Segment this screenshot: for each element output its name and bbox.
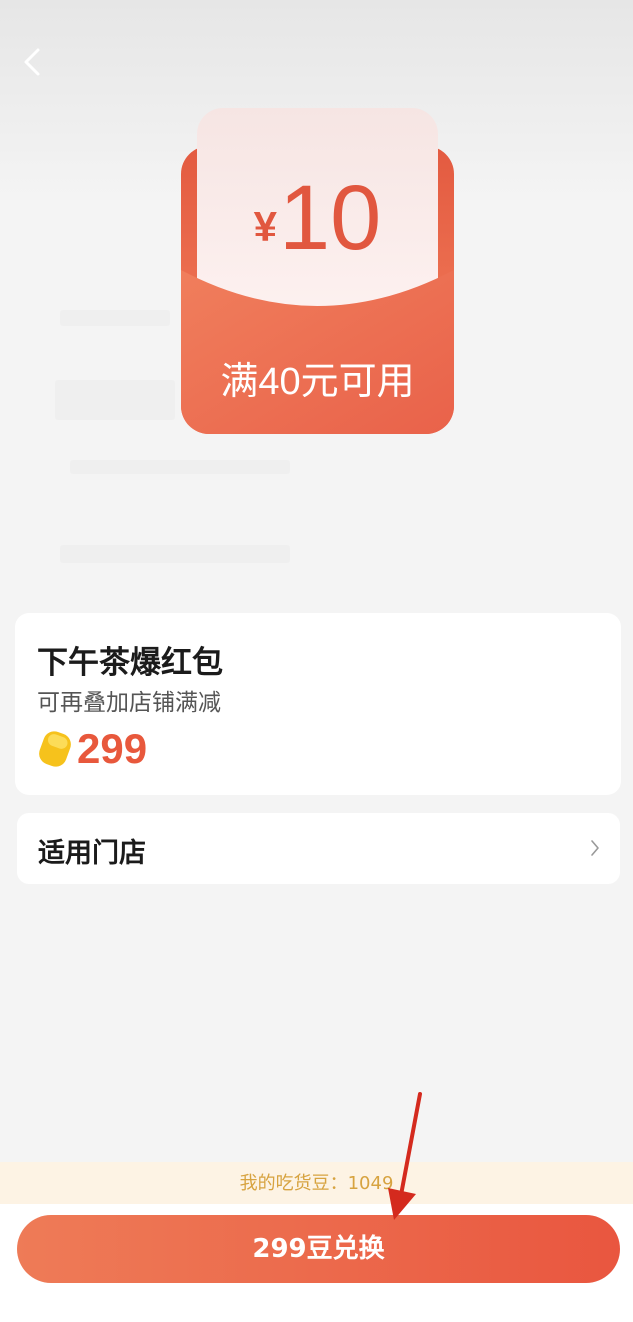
red-arrow-annotation <box>388 1092 422 1220</box>
chevron-right-icon <box>591 840 599 856</box>
coupon-value: 10 <box>279 167 382 269</box>
coupon-card: ¥10 满40元可用 <box>181 108 454 434</box>
background-decoration <box>55 380 175 420</box>
chevron-left-icon <box>24 48 40 76</box>
bean-balance-bar: 我的吃货豆：1049 <box>0 1162 633 1204</box>
applicable-stores-row[interactable]: 适用门店 <box>17 813 620 884</box>
redeem-button[interactable]: 299豆兑换 <box>17 1215 620 1283</box>
applicable-stores-label: 适用门店 <box>38 838 146 869</box>
product-price: 299 <box>77 725 148 772</box>
bean-icon <box>39 731 71 767</box>
coupon-currency: ¥ <box>253 203 277 250</box>
coupon-amount: ¥10 <box>181 168 454 268</box>
product-subtitle: 可再叠加店铺满减 <box>37 690 221 716</box>
background-decoration <box>60 310 170 326</box>
background-decoration <box>70 460 290 474</box>
background-decoration <box>60 545 290 563</box>
back-button[interactable] <box>14 42 50 82</box>
coupon-condition: 满40元可用 <box>220 361 415 403</box>
product-title: 下午茶爆红包 <box>37 645 223 681</box>
product-info-card: 下午茶爆红包 可再叠加店铺满减 299 <box>15 613 621 795</box>
